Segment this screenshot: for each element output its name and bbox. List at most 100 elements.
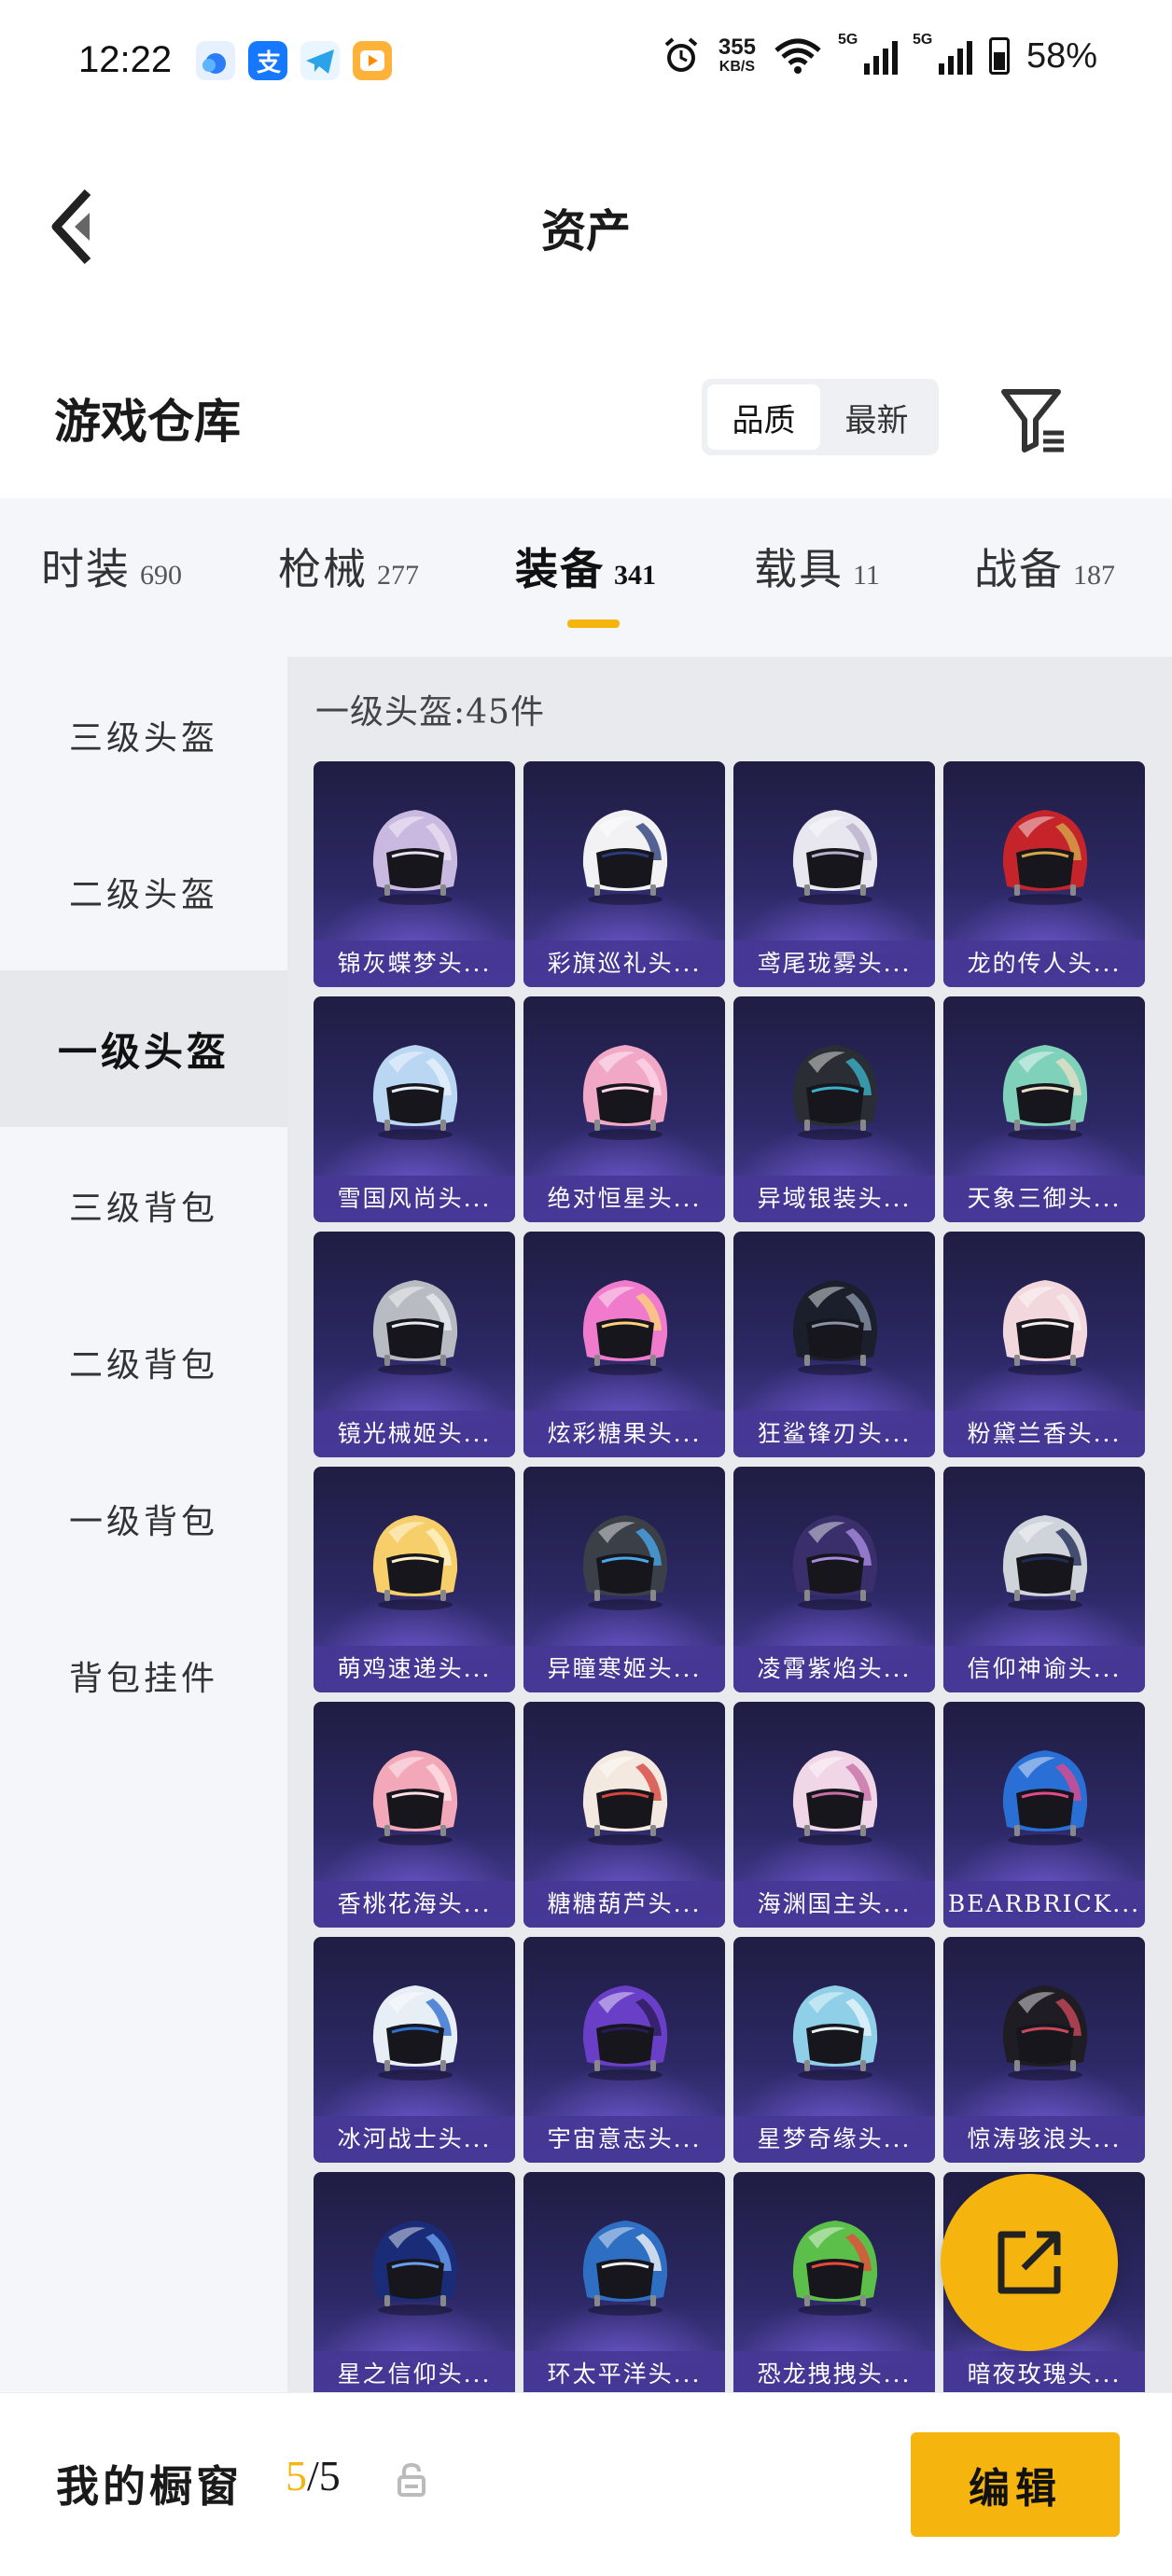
item-card[interactable]: 信仰神谕头... <box>943 1467 1145 1692</box>
helmet-icon <box>792 1280 878 1375</box>
item-name: 信仰神谕头... <box>943 1646 1145 1692</box>
item-name: 锦灰蝶梦头... <box>314 940 515 987</box>
top-bar: 资产 <box>0 131 1172 308</box>
helmet-icon <box>582 1985 668 2081</box>
share-button[interactable] <box>941 2174 1118 2351</box>
item-card[interactable]: 星梦奇缘头... <box>733 1937 935 2163</box>
item-card[interactable]: 粉黛兰香头... <box>943 1232 1145 1457</box>
signal-5g-icon-1: 5G <box>838 32 898 75</box>
helmet-icon <box>1002 810 1088 905</box>
helmet-icon <box>582 1280 668 1375</box>
item-name: 惊涛骇浪头... <box>943 2116 1145 2163</box>
active-tab-indicator <box>567 620 620 628</box>
item-card[interactable]: 异瞳寒姬头... <box>523 1467 725 1692</box>
helmet-icon <box>1002 1750 1088 1845</box>
helmet-icon <box>792 1985 878 2081</box>
helmet-icon <box>1002 1045 1088 1140</box>
item-card[interactable]: 镜光械姬头... <box>314 1232 515 1457</box>
battery-icon <box>988 37 1010 75</box>
system-indicators: 355 KB/S 5G 5G 58% <box>661 32 1097 77</box>
category-tabs: 时装 690 枪械 277 装备 341 载具 11 战备 187 <box>0 498 1172 657</box>
sort-newest-button[interactable]: 最新 <box>820 384 933 450</box>
item-card[interactable]: 狂鲨锋刃头... <box>733 1232 935 1457</box>
tab-equipment[interactable]: 装备 341 <box>515 536 656 597</box>
page-title: 资产 <box>540 205 631 258</box>
helmet-icon <box>372 810 458 905</box>
item-name: 龙的传人头... <box>943 940 1145 987</box>
video-app-icon <box>353 41 392 80</box>
edit-button[interactable]: 编辑 <box>911 2432 1120 2537</box>
item-name: 镜光械姬头... <box>314 1411 515 1457</box>
cloud-app-icon <box>196 41 235 80</box>
item-name: 雪国风尚头... <box>314 1176 515 1222</box>
status-bar: 12:22 支 355 KB/S 5G 5G 58% <box>0 0 1172 131</box>
item-card[interactable]: 冰河战士头... <box>314 1937 515 2163</box>
showcase-label: 我的橱窗 <box>56 2461 243 2512</box>
item-card[interactable]: 香桃花海头... <box>314 1702 515 1928</box>
item-card[interactable]: 锦灰蝶梦头... <box>314 761 515 987</box>
svg-text:支: 支 <box>257 49 281 77</box>
warehouse-header: 游戏仓库 品质 最新 <box>0 364 1172 476</box>
helmet-icon <box>582 810 668 905</box>
item-card[interactable]: 鸢尾珑雾头... <box>733 761 935 987</box>
item-card[interactable]: 宇宙意志头... <box>523 1937 725 2163</box>
item-card[interactable]: 绝对恒星头... <box>523 996 725 1222</box>
showcase-count: 5/5 <box>286 2452 341 2499</box>
sidebar-item-backpack-charm[interactable]: 背包挂件 <box>0 1597 287 1754</box>
helmet-icon <box>582 1515 668 1610</box>
item-card[interactable]: 雪国风尚头... <box>314 996 515 1222</box>
helmet-icon <box>1002 1985 1088 2081</box>
tab-firearms[interactable]: 枪械 277 <box>278 536 419 597</box>
item-card[interactable]: 星之信仰头... <box>314 2172 515 2392</box>
item-name: 异瞳寒姬头... <box>523 1646 725 1692</box>
sidebar-item-level3-helmet[interactable]: 三级头盔 <box>0 657 287 814</box>
helmet-icon <box>1002 1515 1088 1610</box>
item-card[interactable]: 天象三御头... <box>943 996 1145 1222</box>
helmet-icon <box>792 2221 878 2316</box>
item-name: 狂鲨锋刃头... <box>733 1411 935 1457</box>
tab-fashion[interactable]: 时装 690 <box>41 536 182 597</box>
item-card[interactable]: 恐龙拽拽头... <box>733 2172 935 2392</box>
sidebar-item-level1-helmet[interactable]: 一级头盔 <box>0 970 287 1127</box>
sidebar-item-level2-helmet[interactable]: 二级头盔 <box>0 814 287 970</box>
item-card[interactable]: BEARBRICK... <box>943 1702 1145 1928</box>
tab-tactical[interactable]: 战备 187 <box>974 536 1115 597</box>
alipay-icon: 支 <box>248 41 287 80</box>
item-panel: 一级头盔:45件 锦灰蝶梦头... 彩旗巡礼头... 鸢尾珑雾头... 龙的传人头..… <box>287 657 1172 2392</box>
subcategory-sidebar: 三级头盔 二级头盔 一级头盔 三级背包 二级背包 一级背包 背包挂件 <box>0 657 287 2392</box>
filter-icon[interactable] <box>997 384 1071 459</box>
item-card[interactable]: 环太平洋头... <box>523 2172 725 2392</box>
item-name: 星之信仰头... <box>314 2351 515 2392</box>
sidebar-item-level3-backpack[interactable]: 三级背包 <box>0 1127 287 1284</box>
tab-vehicles[interactable]: 载具 11 <box>754 536 880 597</box>
warehouse-title: 游戏仓库 <box>54 394 241 449</box>
sidebar-item-level1-backpack[interactable]: 一级背包 <box>0 1441 287 1597</box>
item-card[interactable]: 糖糖葫芦头... <box>523 1702 725 1928</box>
helmet-icon <box>792 1750 878 1845</box>
sort-quality-button[interactable]: 品质 <box>707 384 820 450</box>
item-card[interactable]: 萌鸡速递头... <box>314 1467 515 1692</box>
item-card[interactable]: 海渊国主头... <box>733 1702 935 1928</box>
helmet-icon <box>372 1750 458 1845</box>
helmet-icon <box>372 2221 458 2316</box>
item-card[interactable]: 异域银装头... <box>733 996 935 1222</box>
helmet-icon <box>582 1750 668 1845</box>
sidebar-item-level2-backpack[interactable]: 二级背包 <box>0 1284 287 1441</box>
item-card[interactable]: 彩旗巡礼头... <box>523 761 725 987</box>
item-card[interactable]: 凌霄紫焰头... <box>733 1467 935 1692</box>
network-speed: 355 KB/S <box>718 35 756 76</box>
helmet-icon <box>792 1515 878 1610</box>
alarm-icon <box>664 37 698 72</box>
item-name: 异域银装头... <box>733 1176 935 1222</box>
helmet-icon <box>372 1045 458 1140</box>
item-count-header: 一级头盔:45件 <box>315 693 545 731</box>
item-name: 鸢尾珑雾头... <box>733 940 935 987</box>
helmet-icon <box>582 1045 668 1140</box>
item-card[interactable]: 惊涛骇浪头... <box>943 1937 1145 2163</box>
status-time: 12:22 <box>78 39 173 80</box>
item-card[interactable]: 炫彩糖果头... <box>523 1232 725 1457</box>
item-name: 萌鸡速递头... <box>314 1646 515 1692</box>
item-name: 炫彩糖果头... <box>523 1411 725 1457</box>
helmet-icon <box>372 1280 458 1375</box>
item-card[interactable]: 龙的传人头... <box>943 761 1145 987</box>
